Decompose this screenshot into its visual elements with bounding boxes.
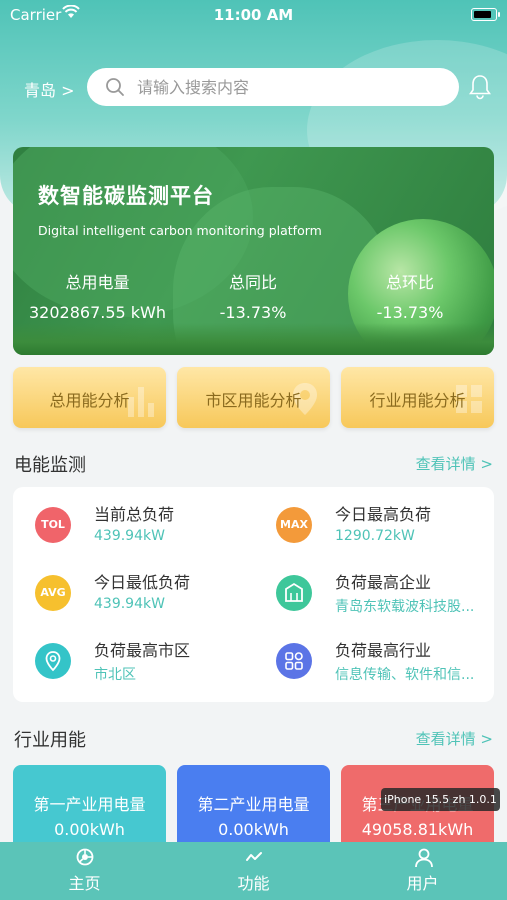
monitoring-card: TOL 当前总负荷 439.94kW MAX 今日最高负荷 1290.72kW … [13, 487, 494, 702]
industry-energy-analysis-button[interactable]: 行业用能分析 [341, 367, 494, 428]
industry-value: 0.00kWh [218, 820, 289, 839]
version-tooltip: iPhone 15.5 zh 1.0.1 [381, 788, 500, 811]
stat-value: 3202867.55 kWh [28, 303, 166, 322]
metric-title: 今日最低负荷 [94, 573, 191, 592]
banner: 数智能碳监测平台 Digital intelligent carbon moni… [13, 147, 494, 355]
metric-value: 市北区 [94, 667, 136, 683]
user-icon [415, 848, 433, 868]
grass-decoration [13, 323, 494, 355]
total-energy-analysis-button[interactable]: 总用能分析 [13, 367, 166, 428]
tab-function[interactable]: 功能 [169, 842, 338, 900]
tab-home[interactable]: 主页 [0, 842, 169, 900]
battery-icon [471, 8, 500, 21]
home-icon [76, 848, 94, 866]
banner-title: 数智能碳监测平台 [38, 184, 214, 208]
avg-icon: AVG [35, 575, 71, 611]
metric-value: 439.94kW [94, 596, 165, 612]
stat-mom: 总环比 -13.73% [360, 269, 460, 322]
tab-label: 功能 [237, 874, 270, 893]
search-input[interactable] [137, 68, 437, 106]
city-selector[interactable]: 青岛 > [24, 77, 75, 101]
status-time: 11:00 AM [213, 6, 294, 24]
metric-title: 负荷最高企业 [335, 573, 432, 592]
industry-more-link[interactable]: 查看详情 > [416, 728, 493, 749]
building-icon [276, 575, 312, 611]
industry-label: 第一产业用电量 [33, 795, 146, 814]
tab-user[interactable]: 用户 [338, 842, 507, 900]
search-icon [106, 78, 124, 96]
tab-label: 用户 [406, 874, 439, 893]
metric-value: 439.94kW [94, 528, 165, 544]
function-icon [246, 852, 262, 861]
metric-value: 1290.72kW [335, 528, 415, 544]
tol-icon: TOL [35, 507, 71, 543]
industry-value: 49058.81kWh [361, 820, 474, 839]
tab-label: 主页 [68, 874, 101, 893]
quick-label: 市区用能分析 [205, 391, 302, 410]
stat-label: 总同比 [228, 273, 277, 292]
metric-title: 负荷最高市区 [94, 641, 191, 660]
bell-icon[interactable] [469, 74, 491, 100]
metric-title: 负荷最高行业 [335, 641, 432, 660]
metric-value: 青岛东软载波科技股... [335, 599, 475, 615]
metric-title: 当前总负荷 [94, 505, 175, 524]
banner-subtitle: Digital intelligent carbon monitoring pl… [38, 223, 322, 238]
stat-value: -13.73% [219, 303, 287, 322]
industry-value: 0.00kWh [54, 820, 125, 839]
monitoring-more-link[interactable]: 查看详情 > [416, 453, 493, 474]
industry-section-title: 行业用能 [14, 730, 86, 751]
location-icon [35, 643, 71, 679]
stat-value: -13.73% [376, 303, 444, 322]
stat-total-power: 总用电量 3202867.55 kWh [25, 269, 170, 322]
stat-label: 总用电量 [65, 273, 130, 292]
grid-icon [276, 643, 312, 679]
monitoring-section-title: 电能监测 [14, 455, 86, 476]
metric-title: 今日最高负荷 [335, 505, 432, 524]
metric-value: 信息传输、软件和信... [335, 667, 475, 683]
quick-label: 行业用能分析 [369, 391, 466, 410]
industry-label: 第二产业用电量 [197, 795, 310, 814]
stat-yoy: 总同比 -13.73% [203, 269, 303, 322]
stat-label: 总环比 [385, 273, 434, 292]
district-energy-analysis-button[interactable]: 市区用能分析 [177, 367, 330, 428]
status-bar: Carrier 11:00 AM [0, 0, 507, 28]
search-bar[interactable] [87, 68, 459, 106]
max-icon: MAX [276, 507, 312, 543]
tab-bar: 主页 功能 用户 [0, 842, 507, 900]
quick-label: 总用能分析 [49, 391, 130, 410]
